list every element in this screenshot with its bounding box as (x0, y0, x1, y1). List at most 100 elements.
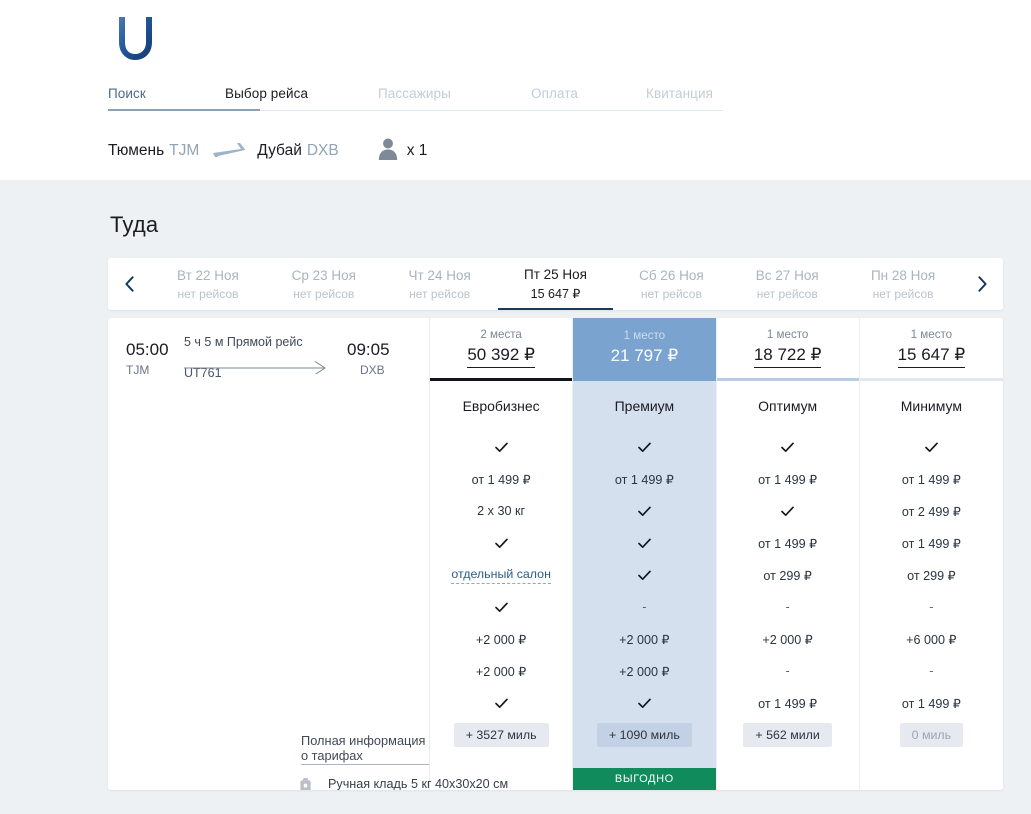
step-search[interactable]: Поиск (108, 86, 146, 101)
date-sublabel: нет рейсов (756, 286, 818, 301)
fare-cell-0 (860, 431, 1003, 463)
fare-price: 21 797 ₽ (610, 345, 679, 365)
step-passengers[interactable]: Пассажиры (378, 86, 451, 101)
fare-cell-1: от 1 499 ₽ (471, 472, 531, 487)
fare-cell-list: от 1 499 ₽ 2 x 30 кг отдельный салон +2 … (430, 431, 572, 751)
fare-cell-3 (430, 527, 572, 559)
separate-cabin-label[interactable]: отдельный салон (451, 567, 551, 584)
fare-cell-list: от 1 499 ₽ от 2 499 ₽ от 1 499 ₽ от 299 … (860, 431, 1003, 751)
fare-cell-5: - (929, 600, 934, 614)
date-label: Ср 23 Ноя (291, 267, 356, 283)
arrival-airport-code: DXB (360, 363, 385, 377)
page-title: Туда (110, 212, 159, 237)
date-sublabel: нет рейсов (293, 286, 355, 301)
fare-cell-9: + 3527 миль (430, 719, 572, 751)
flight-duration: 5 ч 5 м Прямой рейс (184, 335, 303, 349)
check-icon (781, 442, 794, 452)
fare-cell-1: от 1 499 ₽ (758, 472, 818, 487)
fare-column-premium[interactable]: 1 место 21 797 ₽ Премиум от 1 499 ₽ - +2… (573, 318, 717, 790)
fare-name: Оптимум (758, 398, 818, 414)
fare-name: Премиум (614, 398, 675, 414)
check-icon (638, 698, 651, 708)
fare-cell-8 (573, 687, 715, 719)
fare-cell-6: +2 000 ₽ (619, 632, 670, 647)
steps-active-indicator (108, 109, 260, 111)
utair-u-logo[interactable] (110, 13, 162, 63)
passenger-count: x 1 (406, 142, 428, 159)
full-tariff-info-link[interactable]: Полная информация о тарифах (301, 733, 429, 765)
date-sublabel: 15 647 ₽ (530, 287, 581, 301)
date-sublabel: нет рейсов (640, 286, 702, 301)
date-label: Пт 25 Ноя (524, 267, 587, 282)
fare-column-minimum[interactable]: 1 место 15 647 ₽ Минимум от 1 499 ₽ от 2… (859, 318, 1003, 790)
seats-left: 1 место (623, 328, 666, 342)
date-cell-6[interactable]: Пн 28 Ноя нет рейсов (845, 258, 961, 310)
departure-airport-code: TJM (126, 363, 150, 377)
date-cell-0[interactable]: Вт 22 Ноя нет рейсов (150, 258, 266, 310)
miles-badge: 0 миль (899, 723, 964, 747)
step-payment[interactable]: Оплата (531, 86, 578, 101)
check-icon (494, 698, 508, 708)
miles-badge: + 1090 миль (596, 723, 692, 747)
fare-column-eurobusiness[interactable]: 2 места 50 392 ₽ Евробизнес от 1 499 ₽ 2… (430, 318, 574, 790)
promo-badge: выгодно (573, 768, 716, 790)
fare-cell-9: + 562 мили (717, 719, 859, 751)
flight-details-pane: 05:00 TJM 5 ч 5 м Прямой рейс UT761 09:0… (108, 318, 508, 790)
seats-left: 2 места (480, 328, 522, 341)
check-icon (494, 602, 508, 612)
passenger-icon (377, 137, 399, 166)
date-cell-1[interactable]: Ср 23 Ноя нет рейсов (266, 258, 382, 310)
destination-code: DXB (306, 142, 339, 159)
fare-cell-7: +2 000 ₽ (619, 664, 670, 679)
fare-cell-2: 2 x 30 кг (477, 504, 526, 518)
chevron-right-icon[interactable] (961, 258, 1003, 310)
fare-cell-6: +2 000 ₽ (762, 632, 813, 647)
fare-price: 50 392 ₽ (467, 345, 535, 368)
date-cell-3-selected[interactable]: Пт 25 Ноя 15 647 ₽ (497, 258, 614, 310)
chevron-left-icon[interactable] (108, 258, 150, 310)
step-receipt[interactable]: Квитанция (646, 86, 713, 101)
fare-cell-0 (430, 431, 572, 463)
fare-cell-3: от 1 499 ₽ (901, 536, 961, 551)
departure-time: 05:00 (126, 340, 169, 359)
fare-column-optimum[interactable]: 1 место 18 722 ₽ Оптимум от 1 499 ₽ от 1… (716, 318, 860, 790)
fare-cell-8: от 1 499 ₽ (901, 696, 961, 711)
fare-cell-8 (430, 687, 572, 719)
fare-cell-4: от 299 ₽ (763, 568, 812, 583)
date-cell-4[interactable]: Сб 26 Ноя нет рейсов (613, 258, 729, 310)
arrival-time: 09:05 (347, 340, 390, 359)
fare-cell-4: от 299 ₽ (907, 568, 956, 583)
fare-cell-4[interactable]: отдельный салон (430, 559, 572, 591)
check-icon (494, 538, 508, 548)
step-flight[interactable]: Выбор рейса (225, 86, 308, 101)
check-icon (781, 506, 794, 516)
passenger-summary: x 1 (377, 137, 428, 166)
fare-cell-4 (573, 559, 715, 591)
fare-name: Евробизнес (462, 398, 540, 414)
fare-cell-7: - (785, 664, 790, 678)
date-sublabel: нет рейсов (177, 286, 239, 301)
check-icon (638, 506, 651, 516)
fare-cell-5: - (642, 600, 647, 614)
fare-cell-7: +2 000 ₽ (475, 664, 527, 679)
fare-name: Минимум (900, 398, 963, 414)
fare-header[interactable]: 1 место 21 797 ₽ (573, 318, 716, 378)
fare-header[interactable]: 1 место 15 647 ₽ (860, 318, 1003, 378)
fare-header[interactable]: 2 места 50 392 ₽ (430, 318, 572, 378)
date-selector: Вт 22 Ноя нет рейсов Ср 23 Ноя нет рейсо… (108, 258, 1003, 310)
date-sublabel: нет рейсов (409, 286, 471, 301)
date-cell-2[interactable]: Чт 24 Ноя нет рейсов (382, 258, 498, 310)
page-header: Поиск Выбор рейса Пассажиры Оплата Квита… (0, 0, 1031, 180)
miles-badge: + 3527 миль (453, 723, 549, 747)
date-label: Чт 24 Ноя (408, 267, 471, 283)
fare-cell-2 (573, 495, 715, 527)
seats-left: 1 место (910, 328, 953, 341)
fare-columns: 2 места 50 392 ₽ Евробизнес от 1 499 ₽ 2… (430, 318, 1003, 790)
date-cell-list: Вт 22 Ноя нет рейсов Ср 23 Ноя нет рейсо… (150, 258, 961, 310)
date-label: Сб 26 Ноя (639, 267, 704, 283)
fare-cell-5: - (785, 600, 790, 614)
check-icon (638, 570, 651, 580)
fare-cell-1: от 1 499 ₽ (901, 472, 961, 487)
fare-header[interactable]: 1 место 18 722 ₽ (717, 318, 859, 378)
date-cell-5[interactable]: Вс 27 Ноя нет рейсов (729, 258, 845, 310)
